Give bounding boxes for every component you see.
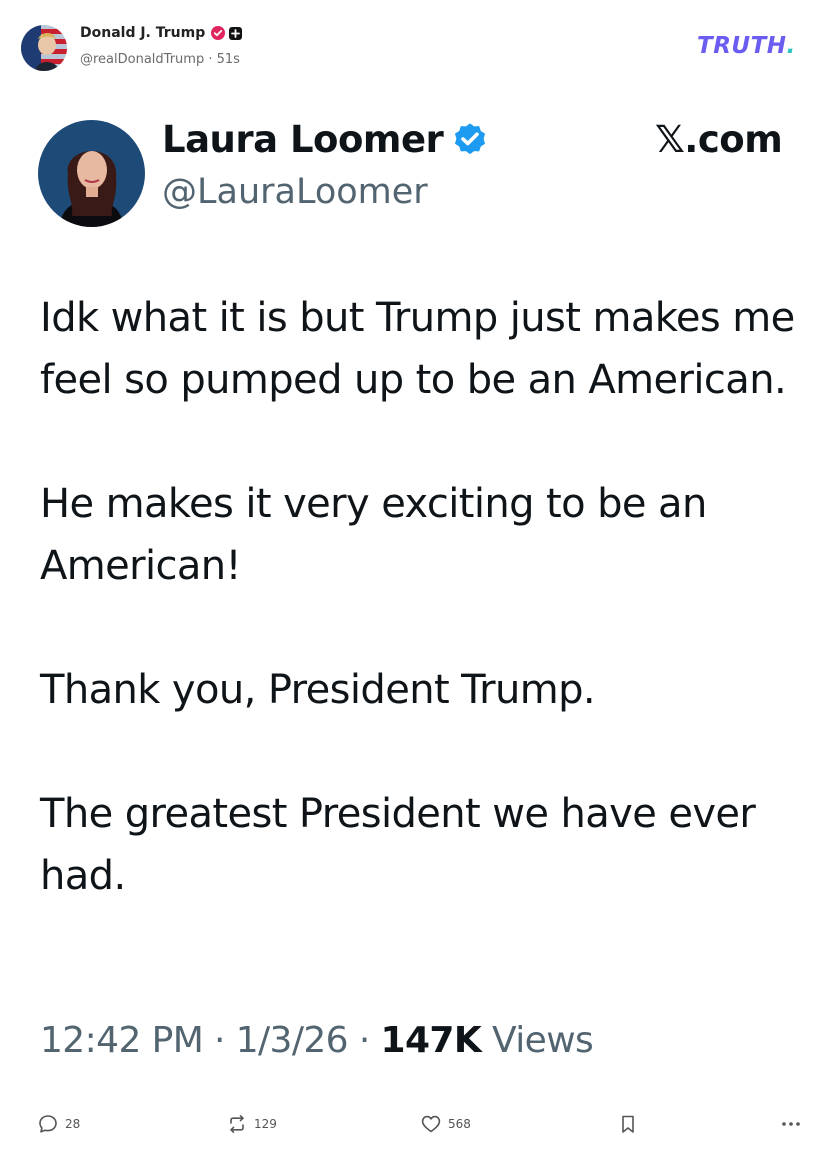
post-time-ago[interactable]: 51s — [217, 52, 240, 67]
post-paragraph: The greatest President we have ever had. — [40, 791, 756, 899]
post-paragraph: He makes it very exciting to be an Ameri… — [40, 481, 707, 589]
screenshot-frame: Donald J. Trump @realDonaldTrump · 51s T… — [0, 0, 840, 1170]
reply-button[interactable]: 28 — [37, 1108, 80, 1140]
meta-separator: · — [203, 1020, 236, 1061]
views-label: Views — [492, 1020, 594, 1061]
author-avatar[interactable] — [21, 25, 67, 71]
heart-icon — [420, 1113, 442, 1135]
embedded-author-avatar — [38, 120, 145, 227]
more-dots-icon — [780, 1113, 802, 1135]
author-handle-line: @realDonaldTrump · 51s — [80, 52, 240, 67]
reply-icon — [37, 1113, 59, 1135]
like-button[interactable]: 568 — [420, 1108, 471, 1140]
embedded-author-handle: @LauraLoomer — [162, 172, 428, 212]
x-com-label: 𝕏.com — [655, 118, 783, 161]
plus-badge-icon — [229, 26, 243, 40]
embedded-verified-icon — [443, 121, 489, 159]
retruth-icon — [226, 1113, 248, 1135]
retruth-button[interactable]: 129 — [226, 1108, 277, 1140]
embedded-post-meta: 12:42 PM · 1/3/26 · 147K Views — [40, 1020, 594, 1061]
bookmark-button[interactable] — [617, 1108, 639, 1140]
author-handle[interactable]: @realDonaldTrump — [80, 52, 204, 67]
truth-logo-dot: . — [786, 33, 796, 59]
action-bar: 28 129 568 — [0, 1108, 840, 1140]
handle-separator: · — [208, 52, 217, 67]
embedded-post-body: Idk what it is but Trump just makes me f… — [40, 287, 800, 907]
like-count: 568 — [448, 1117, 471, 1131]
views-count: 147K — [380, 1020, 482, 1061]
more-options-button[interactable] — [780, 1108, 802, 1140]
truth-logo-text: TRUTH — [697, 33, 787, 59]
embedded-author-name-row: Laura Loomer — [162, 118, 489, 161]
post-date: 1/3/26 — [235, 1020, 349, 1061]
post-paragraph: Idk what it is but Trump just makes me f… — [40, 295, 795, 403]
post-paragraph: Thank you, President Trump. — [40, 667, 596, 713]
post-time: 12:42 PM — [40, 1020, 204, 1061]
author-name[interactable]: Donald J. Trump — [80, 25, 205, 41]
bookmark-icon — [617, 1113, 639, 1135]
truth-social-logo[interactable]: TRUTH. — [697, 33, 796, 59]
embedded-author-name: Laura Loomer — [162, 118, 444, 161]
retruth-count: 129 — [254, 1117, 277, 1131]
author-name-row[interactable]: Donald J. Trump — [80, 25, 243, 41]
meta-separator: · — [347, 1020, 381, 1061]
reply-count: 28 — [65, 1117, 81, 1131]
verified-badge-icon — [211, 26, 226, 40]
